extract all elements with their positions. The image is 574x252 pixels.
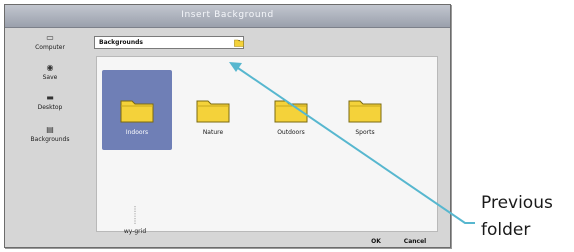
callout-line-1: Previous <box>481 193 553 213</box>
callout-label: Previous folder <box>481 190 553 244</box>
callout-line-2: folder <box>481 220 531 240</box>
